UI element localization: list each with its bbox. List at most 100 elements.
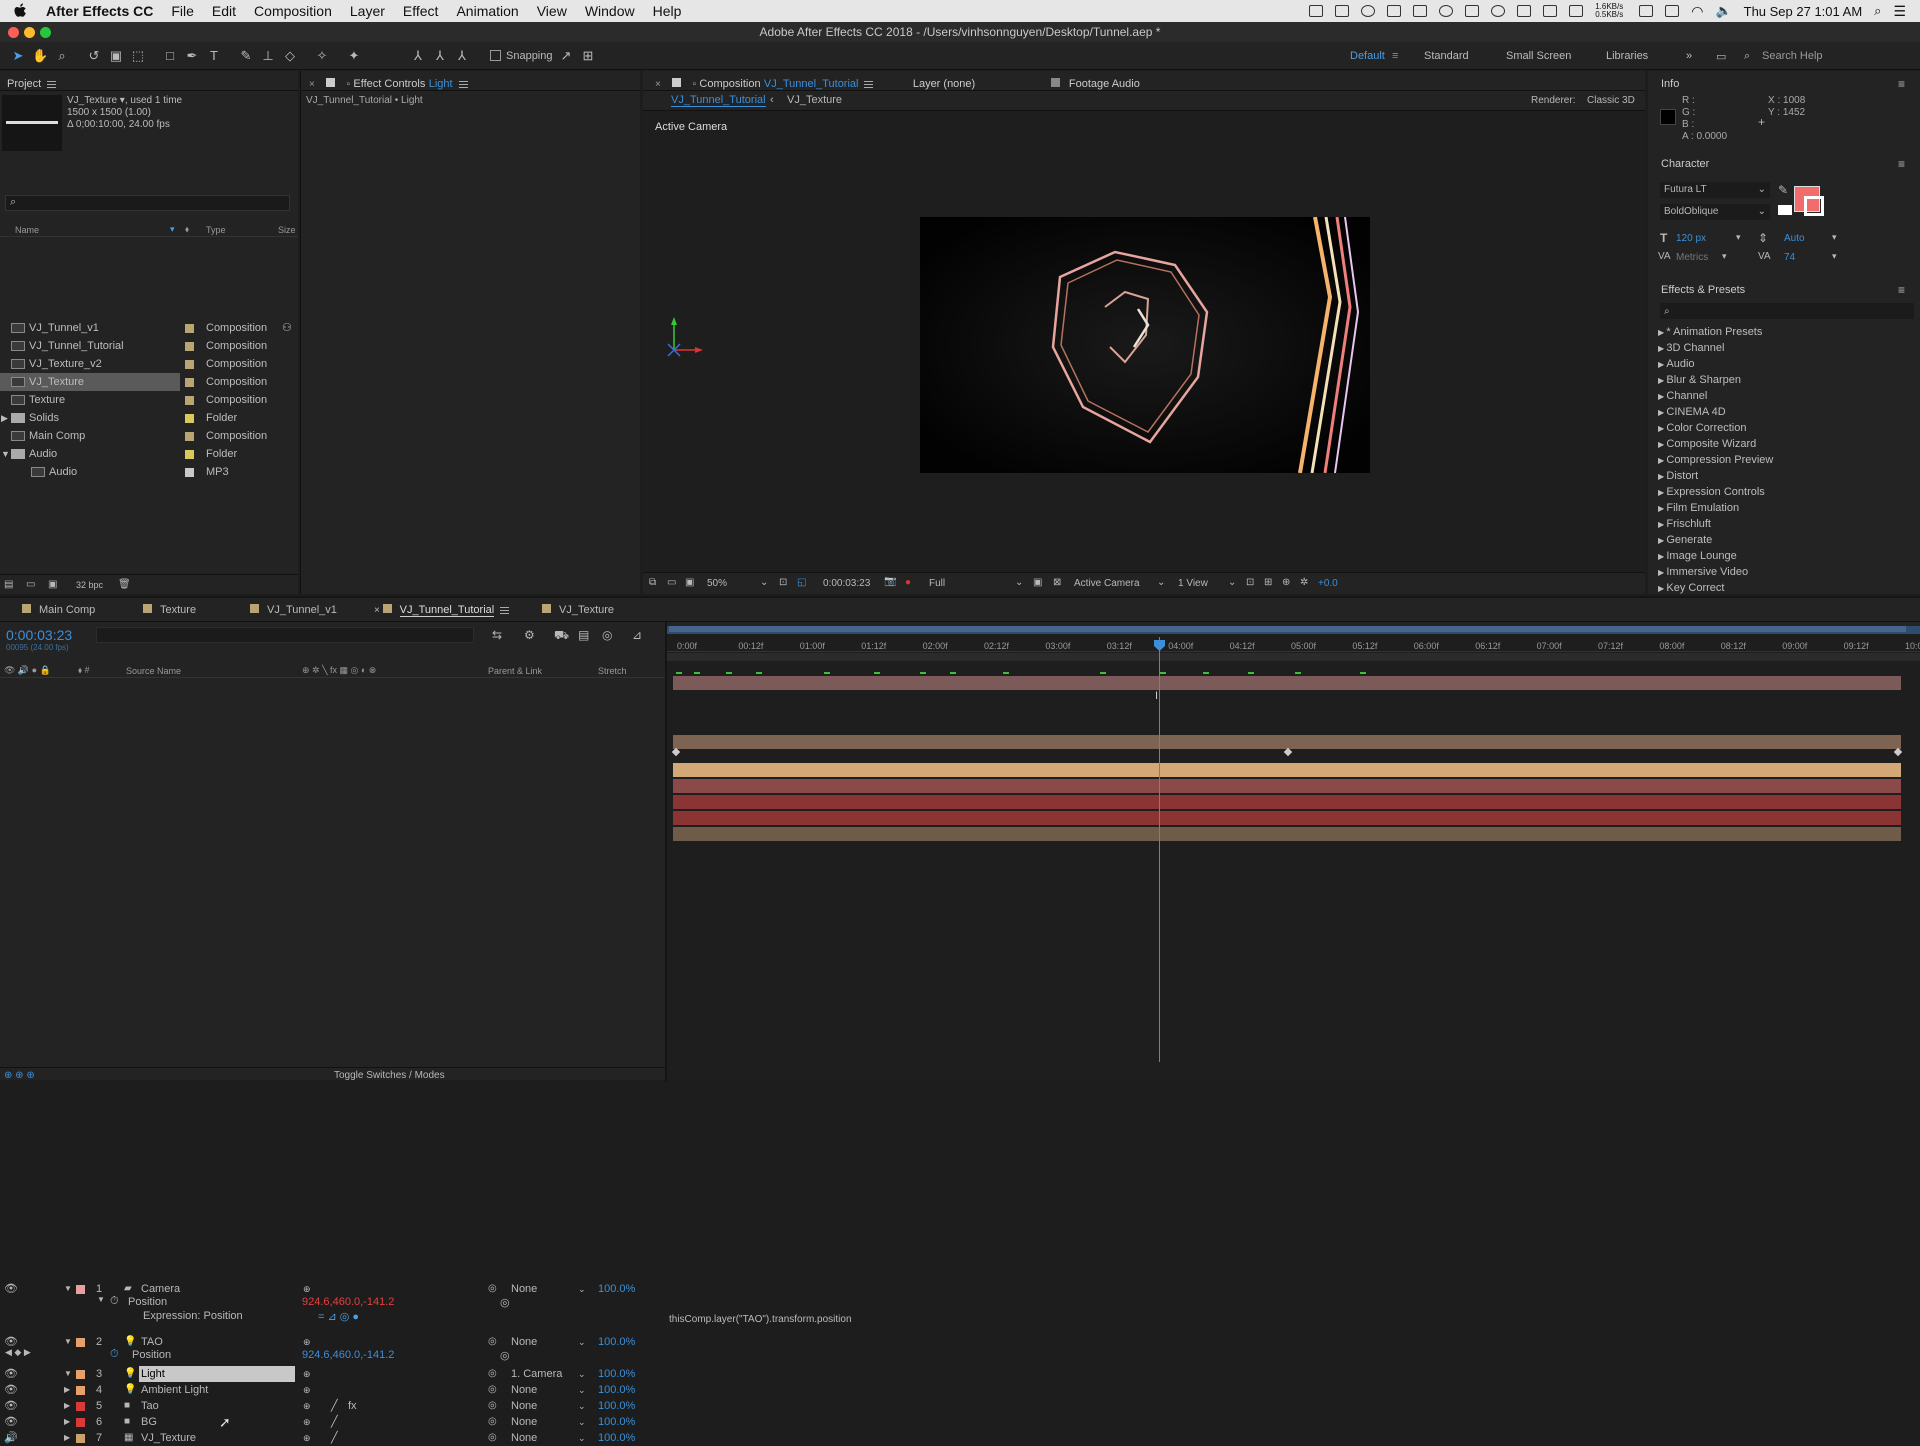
video-toggle-icon[interactable]: 👁 bbox=[4, 1281, 18, 1297]
current-time-indicator[interactable] bbox=[1159, 637, 1160, 1062]
info-tab[interactable]: Info bbox=[1661, 78, 1679, 90]
info-menu-icon[interactable]: ≡ bbox=[1898, 77, 1905, 91]
label-color-swatch[interactable] bbox=[185, 378, 194, 387]
exposure-value[interactable]: +0.0 bbox=[1318, 578, 1338, 589]
label-column-icon[interactable]: ⬧ bbox=[185, 224, 189, 235]
parent-dropdown[interactable]: None bbox=[511, 1382, 537, 1398]
quality-dropdown[interactable]: Full bbox=[929, 578, 945, 589]
effect-category[interactable]: ▶ * Animation Presets bbox=[1658, 326, 1762, 338]
layer-label-swatch[interactable] bbox=[76, 1386, 85, 1395]
zoom-dropdown[interactable]: 50% bbox=[707, 578, 727, 589]
pickwhip-icon[interactable]: ◎ bbox=[488, 1414, 497, 1430]
lock-icon[interactable] bbox=[326, 78, 336, 87]
white-swatch[interactable] bbox=[1778, 205, 1792, 215]
parent-dropdown[interactable]: None bbox=[511, 1414, 537, 1430]
timeline-layer-row[interactable]: 👁 ▼ 3 💡 Light ⊕ ◎ 1. Camera ⌄ 100.0% bbox=[0, 1366, 665, 1382]
shy-switch-icon[interactable]: ⊕ bbox=[303, 1334, 311, 1350]
layer-label-swatch[interactable] bbox=[76, 1434, 85, 1443]
label-color-swatch[interactable] bbox=[185, 324, 194, 333]
more-workspaces-icon[interactable]: » bbox=[1686, 50, 1692, 62]
toggle-mask-icon[interactable]: ⊠ bbox=[1053, 577, 1061, 588]
quality-switch-icon[interactable]: ╱ bbox=[331, 1430, 338, 1446]
viewer-timecode[interactable]: 0:00:03:23 bbox=[823, 578, 870, 589]
effect-category[interactable]: ▶ Blur & Sharpen bbox=[1658, 374, 1741, 386]
layer-duration-bar[interactable] bbox=[673, 763, 1901, 777]
expression-controls-icon[interactable]: = ⊿ ◎ ● bbox=[318, 1310, 359, 1323]
puppet-tool-icon[interactable]: ✦ bbox=[346, 48, 362, 64]
bit-depth-button[interactable]: 32 bpc bbox=[76, 580, 103, 590]
notification-center-icon[interactable]: ☰ bbox=[1893, 3, 1906, 20]
project-search-input[interactable]: ⌕ bbox=[5, 195, 290, 211]
effect-category[interactable]: ▶ Film Emulation bbox=[1658, 502, 1739, 514]
work-area-bar[interactable] bbox=[667, 626, 1920, 634]
clock-icon[interactable] bbox=[1491, 5, 1506, 17]
view-layout-dropdown[interactable]: 1 View bbox=[1178, 578, 1208, 589]
timeline-tab[interactable]: Main Comp bbox=[22, 604, 95, 616]
breadcrumb-tunnel-tutorial[interactable]: VJ_Tunnel_Tutorial bbox=[671, 94, 766, 107]
snapping-checkbox[interactable] bbox=[490, 50, 501, 61]
transparency-grid-icon[interactable]: ◱ bbox=[797, 577, 806, 588]
layer-label-swatch[interactable] bbox=[76, 1370, 85, 1379]
stretch-value[interactable]: 100.0% bbox=[598, 1414, 635, 1430]
effects-menu-icon[interactable]: ≡ bbox=[1898, 283, 1905, 297]
column-name-header[interactable]: Name bbox=[15, 225, 39, 235]
timeline-layer-row[interactable]: 🔊 ▶ 7 ▦ VJ_Texture ⊕ ╱ ◎ None ⌄ 100.0% bbox=[0, 1430, 665, 1446]
layer-expand-icon[interactable]: ▶ bbox=[64, 1430, 70, 1446]
pickwhip-icon[interactable]: ◎ bbox=[488, 1430, 497, 1446]
effects-presets-tab[interactable]: Effects & Presets bbox=[1661, 284, 1745, 296]
effect-controls-menu-icon[interactable] bbox=[458, 81, 468, 88]
layer-name[interactable]: VJ_Texture bbox=[141, 1430, 196, 1446]
parent-chevron-icon[interactable]: ⌄ bbox=[578, 1382, 586, 1398]
zoom-tool-icon[interactable]: ⌕ bbox=[54, 48, 70, 64]
shy-switch-icon[interactable]: ⊕ bbox=[303, 1414, 311, 1430]
video-toggle-icon[interactable]: 👁 bbox=[4, 1398, 18, 1414]
shy-switch-icon[interactable]: ⊕ bbox=[303, 1382, 311, 1398]
stopwatch-active-icon[interactable]: ⏱ bbox=[110, 1348, 119, 1361]
folder-toggle-icon[interactable]: ▶ bbox=[1, 409, 8, 427]
parent-link-header[interactable]: Parent & Link bbox=[488, 666, 542, 676]
label-color-swatch[interactable] bbox=[185, 468, 194, 477]
search-help-icon[interactable]: ⌕ bbox=[1744, 50, 1750, 63]
panel-layout-icon[interactable]: ▭ bbox=[1716, 50, 1726, 63]
eraser-tool-icon[interactable]: ◇ bbox=[282, 48, 298, 64]
parent-chevron-icon[interactable]: ⌄ bbox=[578, 1398, 586, 1414]
video-toggle-icon[interactable]: 👁 bbox=[4, 1382, 18, 1398]
layer-expand-icon[interactable]: ▼ bbox=[64, 1334, 72, 1350]
menu-window[interactable]: Window bbox=[576, 3, 644, 19]
parent-chevron-icon[interactable]: ⌄ bbox=[578, 1430, 586, 1446]
layer-label-swatch[interactable] bbox=[76, 1402, 85, 1411]
stretch-header[interactable]: Stretch bbox=[598, 666, 627, 676]
graph-icon[interactable] bbox=[1665, 5, 1680, 17]
expression-pickwhip-icon[interactable]: ◎ bbox=[500, 1296, 510, 1309]
effect-category[interactable]: ▶ Key Correct bbox=[1658, 582, 1724, 594]
parent-dropdown[interactable]: None bbox=[511, 1430, 537, 1446]
timeline-layer-row[interactable]: 👁 ▶ 6 ■ BG ⊕ ╱ ◎ None ⌄ 100.0% bbox=[0, 1414, 665, 1430]
graph-editor-icon[interactable]: ⊿ bbox=[632, 628, 642, 642]
camera-position-value[interactable]: 924.6,460.0,-141.2 bbox=[302, 1296, 394, 1308]
eyedropper-icon[interactable]: ✎ bbox=[1778, 183, 1788, 197]
comp-lock-icon[interactable] bbox=[672, 78, 682, 87]
font-style-dropdown[interactable]: BoldOblique ⌄ bbox=[1660, 204, 1770, 220]
stretch-value[interactable]: 100.0% bbox=[598, 1398, 635, 1414]
project-menu-icon[interactable] bbox=[47, 81, 57, 88]
label-color-swatch[interactable] bbox=[185, 342, 194, 351]
search-help-field[interactable]: Search Help bbox=[1762, 50, 1823, 62]
timeline-tab[interactable]: VJ_Texture bbox=[542, 604, 614, 616]
project-item[interactable]: VJ_Tunnel_v1 Composition ⚇ bbox=[0, 319, 298, 337]
apple-icon[interactable] bbox=[14, 3, 28, 19]
type-tool-icon[interactable]: T bbox=[206, 48, 222, 64]
quality-switch-icon[interactable]: ╱ bbox=[331, 1414, 338, 1430]
always-preview-icon[interactable]: ⧉ bbox=[649, 577, 656, 588]
effect-category[interactable]: ▶ Immersive Video bbox=[1658, 566, 1748, 578]
camera-tool-icon[interactable]: ▣ bbox=[108, 48, 124, 64]
stretch-value[interactable]: 100.0% bbox=[598, 1334, 635, 1350]
parent-chevron-icon[interactable]: ⌄ bbox=[578, 1414, 586, 1430]
guides-icon[interactable]: ▣ bbox=[685, 577, 694, 588]
layer-expand-icon[interactable]: ▶ bbox=[64, 1414, 70, 1430]
label-color-swatch[interactable] bbox=[185, 414, 194, 423]
tracking-chevron-icon[interactable]: ▾ bbox=[1832, 251, 1837, 262]
project-item[interactable]: ▼ Audio Folder bbox=[0, 445, 298, 463]
menu-layer[interactable]: Layer bbox=[341, 3, 394, 19]
creative-cloud-icon[interactable] bbox=[1465, 5, 1480, 17]
leading-value[interactable]: Auto bbox=[1784, 233, 1805, 244]
